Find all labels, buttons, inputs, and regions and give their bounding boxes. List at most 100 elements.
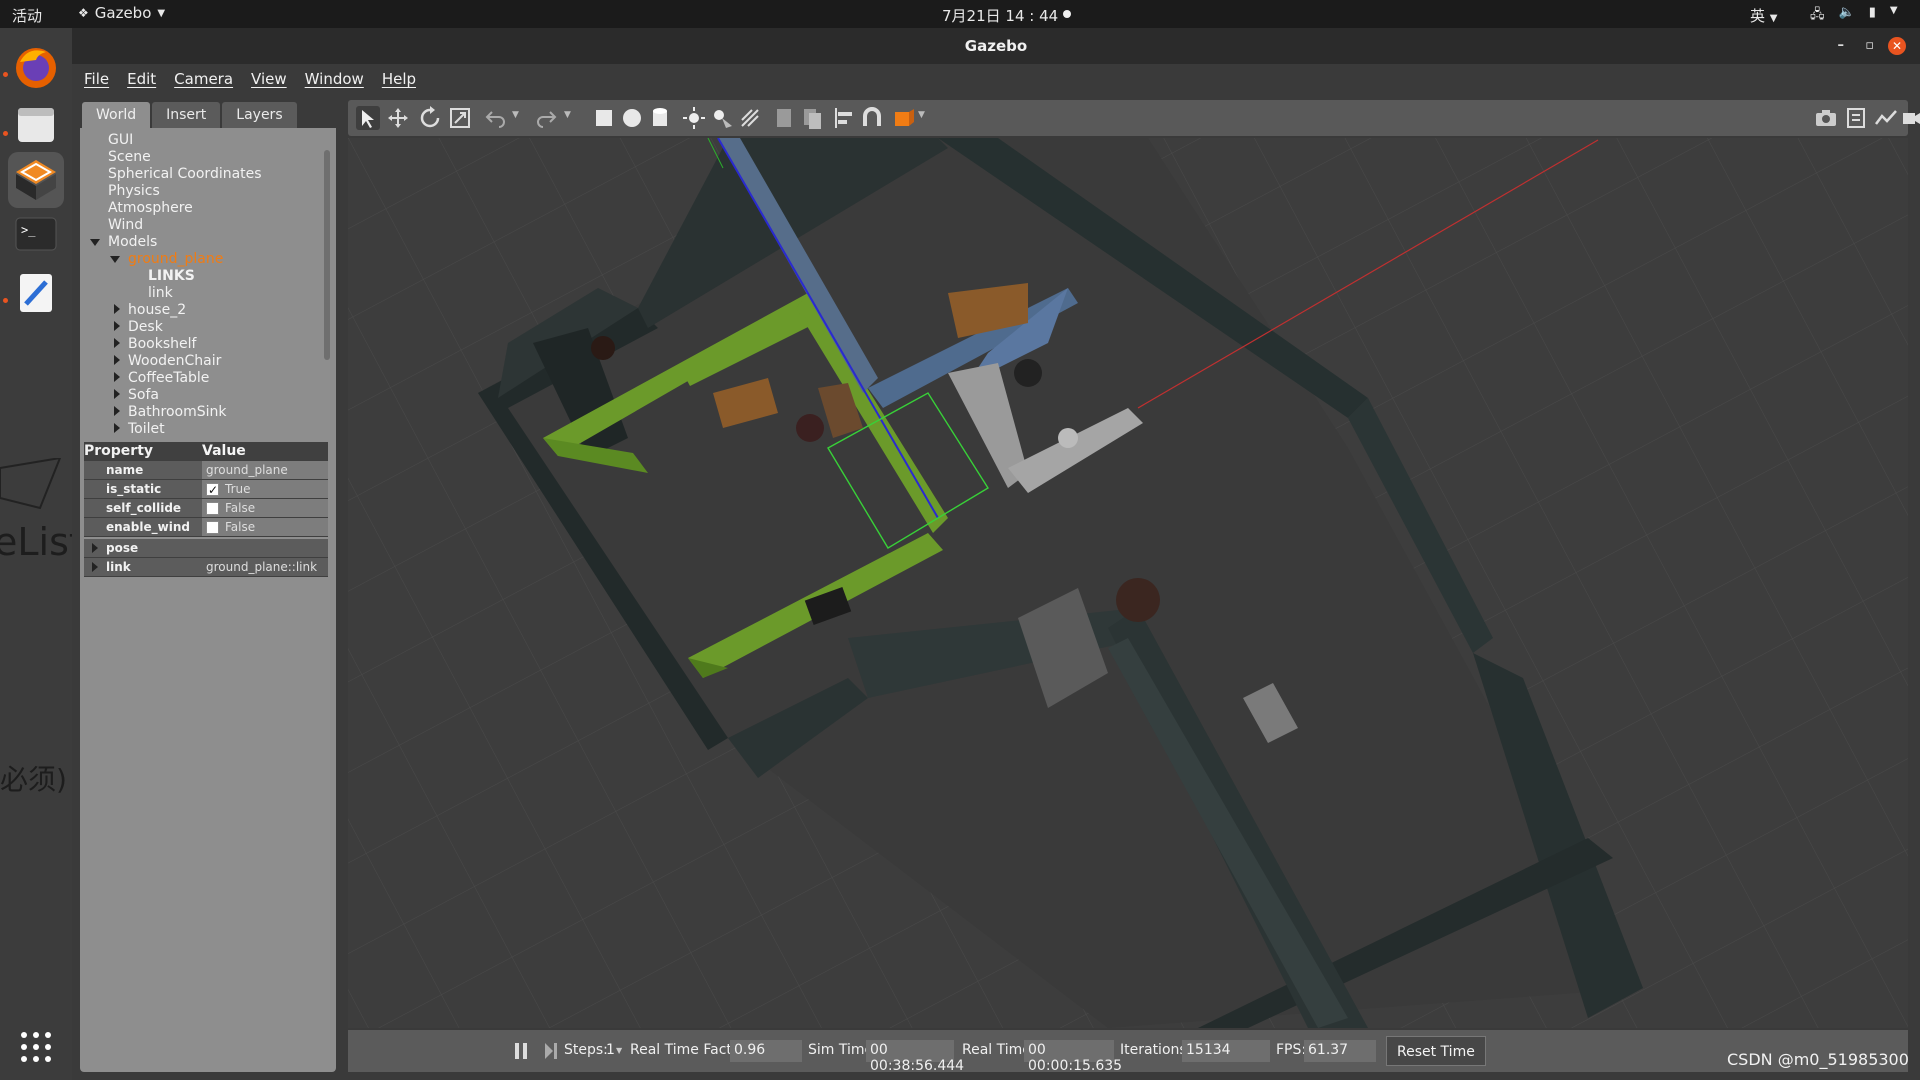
plot-icon[interactable]	[1874, 106, 1898, 130]
tree-item-model[interactable]: Desk	[128, 319, 163, 336]
menu-window[interactable]: Window	[305, 70, 364, 88]
pause-icon[interactable]	[514, 1042, 528, 1060]
expand-arrow-icon[interactable]	[92, 543, 98, 553]
property-row[interactable]: is_static True	[84, 480, 328, 499]
reset-time-button[interactable]: Reset Time	[1386, 1036, 1486, 1066]
property-row[interactable]: enable_wind False	[84, 518, 328, 537]
tree-scrollbar[interactable]	[324, 150, 330, 360]
expand-arrow-icon[interactable]	[114, 355, 120, 365]
property-row[interactable]: name ground_plane	[84, 461, 328, 480]
steps-value[interactable]: 1	[606, 1042, 615, 1058]
enable-wind-checkbox[interactable]	[206, 520, 219, 534]
text-editor-launcher[interactable]	[8, 264, 64, 320]
translate-mode-icon[interactable]	[386, 106, 410, 130]
undo-icon[interactable]	[484, 106, 508, 130]
select-mode-icon[interactable]	[356, 106, 380, 130]
point-light-icon[interactable]	[682, 106, 706, 130]
property-row[interactable]: self_collide False	[84, 499, 328, 518]
input-method-indicator[interactable]: 英 ▼	[1750, 5, 1778, 26]
expand-arrow-icon[interactable]	[92, 562, 98, 572]
menu-camera[interactable]: Camera	[174, 70, 233, 88]
3d-scene-viewport[interactable]	[348, 138, 1908, 1028]
system-tray[interactable]: 🖧 🔈 ▮ ▼	[1810, 5, 1898, 27]
minimize-icon[interactable]: –	[1838, 28, 1845, 64]
expand-arrow-icon[interactable]	[114, 304, 120, 314]
property-value: ground_plane::link	[206, 560, 318, 574]
directional-light-icon[interactable]	[738, 106, 762, 130]
tree-item-scene[interactable]: Scene	[108, 149, 151, 166]
sphere-shape-icon[interactable]	[620, 106, 644, 130]
chevron-down-icon[interactable]: ▼	[564, 110, 571, 120]
chevron-down-icon[interactable]: ▼	[512, 110, 519, 120]
tab-layers[interactable]: Layers	[222, 102, 297, 128]
expand-arrow-icon[interactable]	[114, 338, 120, 348]
show-apps-button[interactable]	[20, 1031, 52, 1067]
tree-item-models[interactable]: Models	[108, 234, 157, 251]
fps-value: 61.37	[1304, 1040, 1376, 1062]
files-launcher[interactable]	[8, 96, 64, 152]
expand-arrow-icon[interactable]	[114, 321, 120, 331]
is-static-checkbox[interactable]	[206, 481, 219, 499]
tree-item-model[interactable]: Bookshelf	[128, 336, 196, 353]
expand-arrow-icon[interactable]	[114, 389, 120, 399]
simulation-status-bar: Steps: 1 ▼ Real Time Factor: 0.96 Sim Ti…	[348, 1030, 1908, 1074]
tree-item-gui[interactable]: GUI	[108, 132, 133, 149]
box-shape-icon[interactable]	[592, 106, 616, 130]
tree-item-model[interactable]: WoodenChair	[128, 353, 221, 370]
step-icon[interactable]	[544, 1042, 558, 1060]
expand-arrow-icon[interactable]	[114, 423, 120, 433]
terminal-icon: >_	[15, 217, 57, 251]
rotate-mode-icon[interactable]	[418, 106, 442, 130]
self-collide-checkbox[interactable]	[206, 501, 219, 515]
tree-item-model[interactable]: BathroomSink	[128, 404, 227, 421]
app-menu[interactable]: ❖ Gazebo ▼	[78, 4, 165, 22]
redo-icon[interactable]	[534, 106, 558, 130]
log-data-icon[interactable]	[1844, 106, 1868, 130]
expand-arrow-icon[interactable]	[114, 406, 120, 416]
tab-world[interactable]: World	[82, 102, 151, 128]
video-record-icon[interactable]	[1902, 106, 1920, 130]
menu-file[interactable]: File	[84, 70, 109, 88]
snap-icon[interactable]	[860, 106, 884, 130]
tree-item-spherical-coordinates[interactable]: Spherical Coordinates	[108, 166, 262, 183]
tree-item-ground-plane[interactable]: ground_plane	[128, 251, 223, 268]
copy-icon[interactable]	[772, 106, 796, 130]
window-titlebar[interactable]: Gazebo – ▫ ✕	[72, 28, 1920, 64]
expand-arrow-icon[interactable]	[114, 372, 120, 382]
maximize-icon[interactable]: ▫	[1865, 28, 1874, 64]
scale-mode-icon[interactable]	[448, 106, 472, 130]
spot-light-icon[interactable]	[710, 106, 734, 130]
expand-arrow-icon[interactable]	[110, 256, 120, 263]
clock[interactable]: 7月21日 14 : 44	[942, 5, 1058, 26]
fps-label: FPS:	[1276, 1042, 1307, 1058]
close-icon[interactable]: ✕	[1888, 37, 1906, 55]
paste-icon[interactable]	[800, 106, 824, 130]
tree-item-link[interactable]: link	[148, 285, 173, 302]
tree-item-model[interactable]: Sofa	[128, 387, 159, 404]
tree-item-wind[interactable]: Wind	[108, 217, 143, 234]
property-value: False	[225, 520, 256, 534]
chevron-down-icon[interactable]: ▼	[918, 110, 925, 120]
align-icon[interactable]	[832, 106, 856, 130]
property-row-expandable[interactable]: pose	[84, 539, 328, 558]
expand-arrow-icon[interactable]	[90, 239, 100, 246]
tree-item-physics[interactable]: Physics	[108, 183, 160, 200]
chevron-down-icon[interactable]: ▼	[616, 1046, 622, 1055]
gazebo-launcher[interactable]	[8, 152, 64, 208]
tree-item-atmosphere[interactable]: Atmosphere	[108, 200, 193, 217]
tree-item-model[interactable]: house_2	[128, 302, 186, 319]
steps-label: Steps:	[564, 1042, 608, 1058]
view-angle-icon[interactable]	[892, 106, 916, 130]
tree-item-model[interactable]: CoffeeTable	[128, 370, 209, 387]
menu-help[interactable]: Help	[382, 70, 416, 88]
tab-insert[interactable]: Insert	[152, 102, 221, 128]
menu-view[interactable]: View	[251, 70, 287, 88]
tree-item-model[interactable]: Toilet	[128, 421, 165, 438]
cylinder-shape-icon[interactable]	[648, 106, 672, 130]
screenshot-camera-icon[interactable]	[1814, 106, 1838, 130]
firefox-launcher[interactable]	[8, 38, 64, 94]
menu-edit[interactable]: Edit	[127, 70, 156, 88]
terminal-launcher[interactable]: >_	[8, 206, 64, 262]
property-row-expandable[interactable]: link ground_plane::link	[84, 558, 328, 577]
activities-button[interactable]: 活动	[12, 5, 42, 26]
